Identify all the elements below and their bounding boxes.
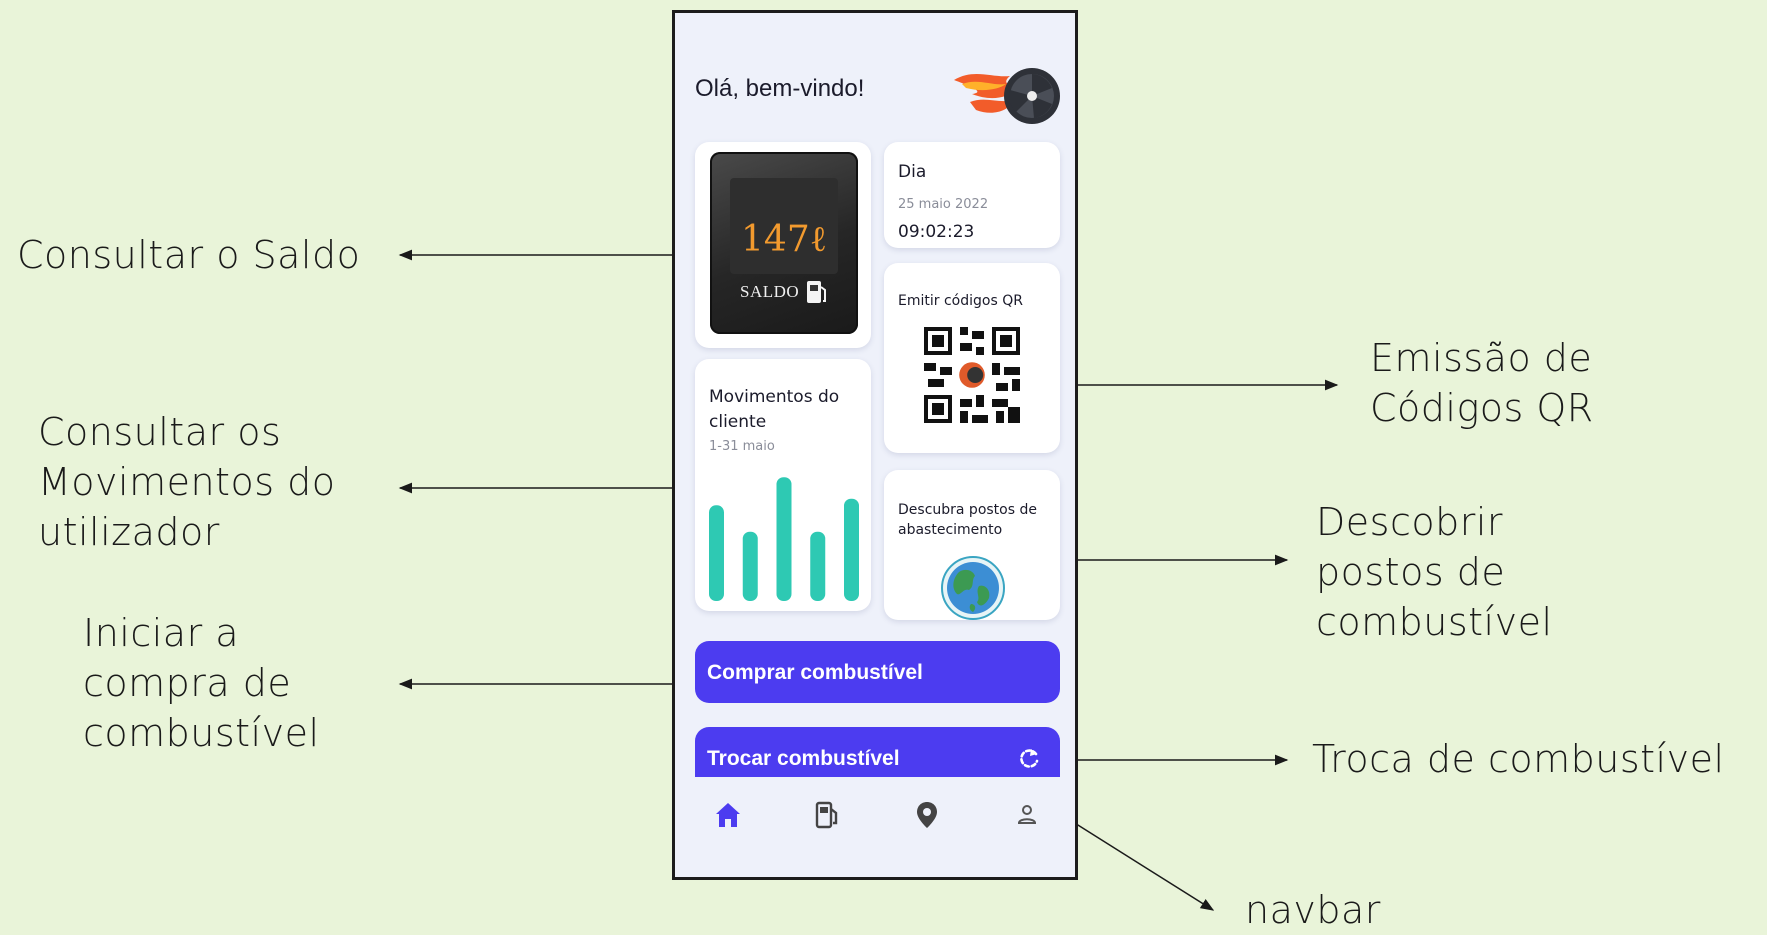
user-icon[interactable] <box>1011 799 1043 831</box>
movimentos-range: 1-31 maio <box>709 439 775 454</box>
fuel-pump-icon <box>807 281 826 303</box>
movimentos-bar <box>742 531 758 601</box>
postos-card[interactable]: Descubra postos de abastecimento <box>884 470 1060 620</box>
globe-icon <box>941 556 1005 620</box>
dia-title: Dia <box>898 162 927 182</box>
annotation-line: Códigos QR <box>1370 386 1594 430</box>
annotation-compra: Iniciar a compra de combustível <box>83 608 320 758</box>
annotation-qr: Emissão de Códigos QR <box>1370 333 1594 433</box>
arrow-navbar <box>1061 814 1215 911</box>
fuel-pump-icon[interactable] <box>811 799 843 831</box>
annotation-line: utilizador <box>38 510 220 554</box>
annotation-line: compra de <box>83 661 292 705</box>
movimentos-chart <box>709 477 859 601</box>
comprar-combustivel-label: Comprar combustível <box>707 661 923 684</box>
dia-date: 25 maio 2022 <box>898 197 989 212</box>
qr-card[interactable]: Emitir códigos QR <box>884 263 1060 453</box>
saldo-tile: 147ℓ SALDO <box>710 152 858 334</box>
navbar <box>675 777 1075 877</box>
postos-title: Descubra postos de abastecimento <box>898 502 1037 538</box>
annotation-line: combustível <box>1316 600 1553 644</box>
location-pin-icon[interactable] <box>911 799 943 831</box>
trocar-combustivel-button[interactable]: Trocar combustível <box>695 727 1060 783</box>
annotation-line: Descobrir <box>1316 500 1504 544</box>
annotation-line: Movimentos do <box>38 460 336 504</box>
qr-title: Emitir códigos QR <box>898 293 1023 309</box>
movimentos-bar <box>776 477 792 601</box>
refresh-icon <box>1020 749 1039 768</box>
movimentos-bar <box>709 505 724 601</box>
annotation-saldo: Consultar o Saldo <box>17 233 361 277</box>
dia-time: 09:02:23 <box>898 222 975 242</box>
movimentos-bar <box>810 531 826 601</box>
saldo-label: SALDO <box>740 282 800 301</box>
annotation-line: Consultar os <box>38 410 282 454</box>
annotation-line: Emissão de <box>1370 336 1593 380</box>
saldo-card[interactable]: 147ℓ SALDO <box>695 142 871 348</box>
annotation-navbar: navbar <box>1245 888 1381 932</box>
comprar-combustivel-button[interactable]: Comprar combustível <box>695 641 1060 703</box>
phone-screen: Olá, bem-vindo! 147ℓ SALDO Dia 25 maio 2… <box>672 10 1078 880</box>
greeting-text: Olá, bem-vindo! <box>695 75 865 102</box>
movimentos-card[interactable]: Movimentos do cliente 1-31 maio <box>695 359 871 611</box>
annotation-line: Iniciar a <box>83 611 240 655</box>
annotation-line: combustível <box>83 711 320 755</box>
annotation-movimentos: Consultar os Movimentos do utilizador <box>38 407 335 557</box>
annotation-line: postos de <box>1316 550 1506 594</box>
trocar-combustivel-label: Trocar combustível <box>707 747 900 770</box>
movimentos-bar <box>844 498 859 601</box>
annotation-troca: Troca de combustível <box>1312 737 1725 781</box>
home-icon[interactable] <box>712 799 744 831</box>
movimentos-title: Movimentos do cliente <box>709 387 840 432</box>
brand-logo <box>954 68 1060 124</box>
qr-code-icon <box>924 327 1020 423</box>
dia-card: Dia 25 maio 2022 09:02:23 <box>884 142 1060 248</box>
annotation-postos: Descobrir postos de combustível <box>1316 497 1553 647</box>
saldo-value: 147ℓ <box>741 219 827 260</box>
